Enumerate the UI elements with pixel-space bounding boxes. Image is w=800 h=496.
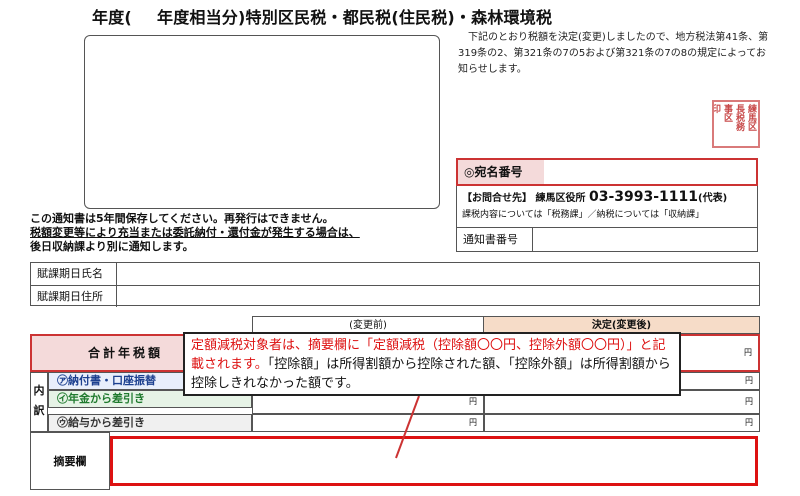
callout-pointer-line [395, 395, 420, 459]
callout-pointer [395, 395, 420, 459]
annotation-callout: 定額減税対象者は、摘要欄に「定額減税（控除額〇〇円、控除外額〇〇円）」と記載され… [183, 332, 681, 396]
